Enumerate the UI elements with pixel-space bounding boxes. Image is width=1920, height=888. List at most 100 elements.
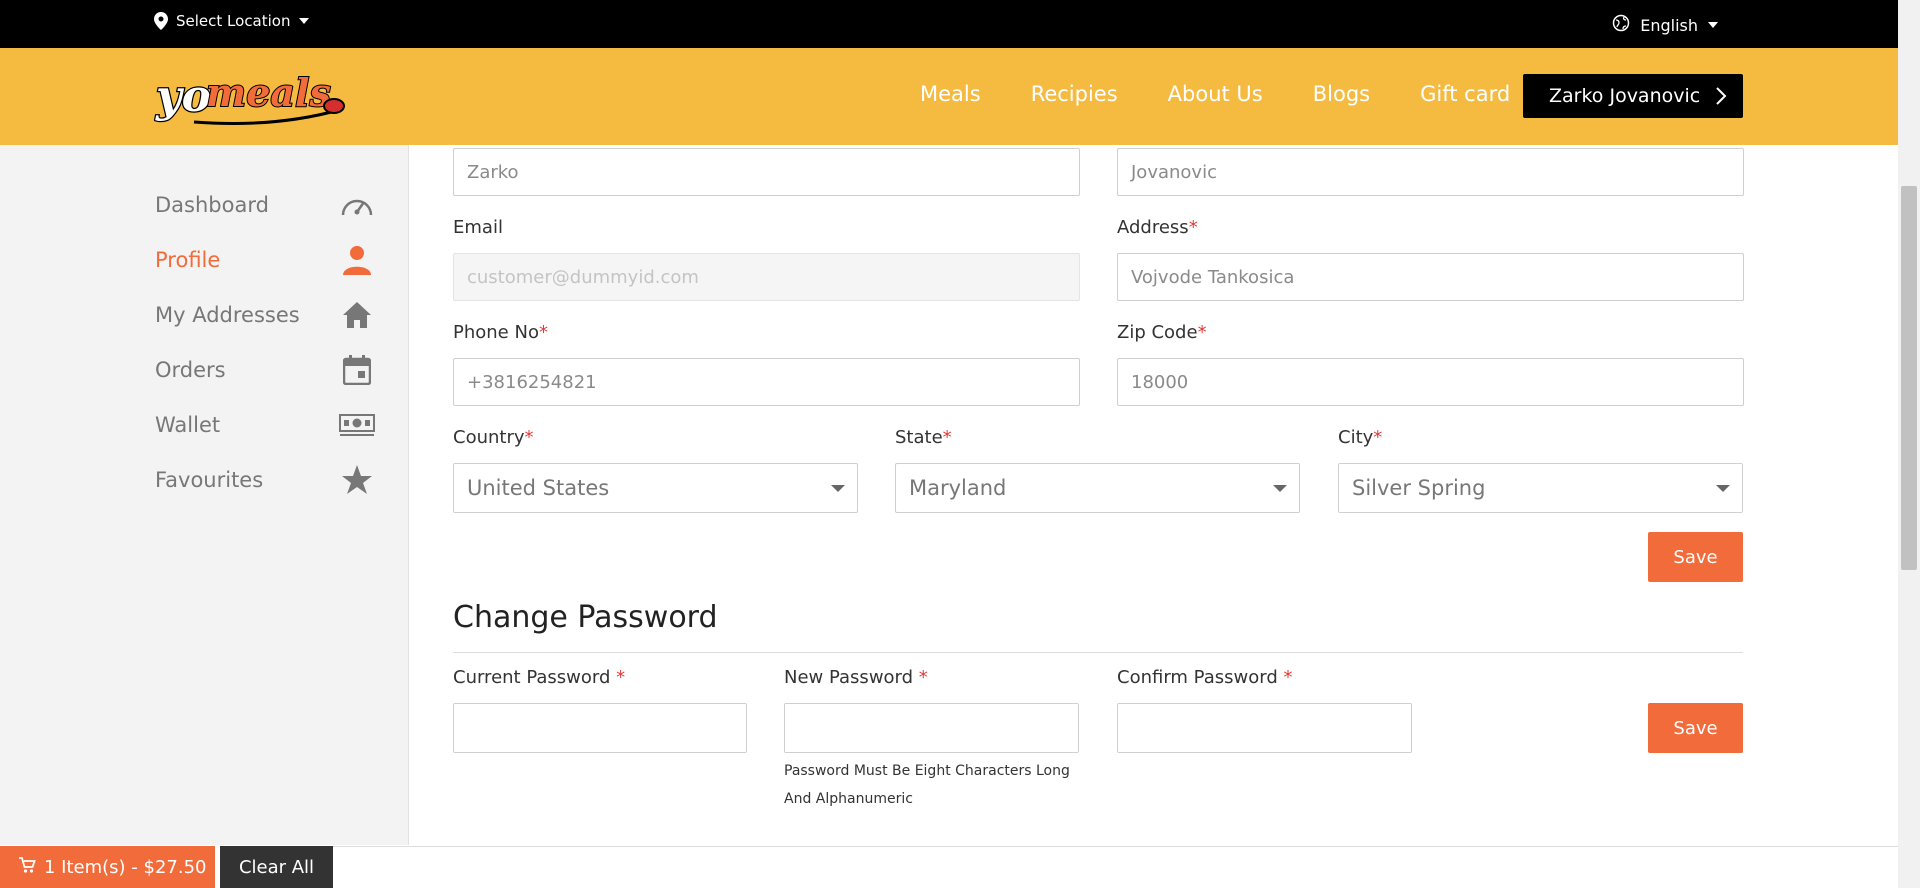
address-label-text: Address (1117, 217, 1189, 238)
city-label: City* (1338, 427, 1382, 448)
svg-text:meals: meals (206, 70, 331, 115)
zip-label-text: Zip Code (1117, 322, 1198, 343)
last-name-field[interactable]: Jovanovic (1117, 148, 1744, 196)
user-name: Zarko Jovanovic (1549, 85, 1701, 107)
cart-summary: 1 Item(s) - $27.50 (44, 856, 207, 878)
sidebar-item-wallet[interactable]: Wallet (155, 405, 375, 445)
main-header: yo meals Meals Recipies About Us Blogs G… (0, 48, 1898, 145)
phone-label-text: Phone No (453, 322, 539, 343)
main-nav: Meals Recipies About Us Blogs Gift card (920, 82, 1560, 106)
money-icon (339, 407, 375, 443)
chevron-down-icon (298, 18, 309, 24)
current-password-field[interactable] (453, 703, 747, 753)
yomeals-logo[interactable]: yo meals (154, 56, 354, 136)
confirm-password-field[interactable] (1117, 703, 1412, 753)
country-select[interactable]: United States (453, 463, 858, 513)
country-label-text: Country (453, 427, 525, 448)
address-field[interactable]: Vojvode Tankosica (1117, 253, 1744, 301)
location-pin-icon (154, 12, 168, 30)
required-asterisk: * (942, 427, 952, 448)
sidebar-item-orders[interactable]: Orders (155, 350, 375, 390)
phone-label: Phone No* (453, 322, 548, 343)
required-asterisk: * (918, 667, 928, 688)
sidebar-item-label: Orders (155, 358, 226, 382)
sidebar-item-dashboard[interactable]: Dashboard (155, 185, 375, 225)
clear-all-button[interactable]: Clear All (220, 846, 333, 888)
city-select[interactable]: Silver Spring (1338, 463, 1743, 513)
country-label: Country* (453, 427, 534, 448)
sidebar-item-label: Wallet (155, 413, 221, 437)
confirm-password-label-text: Confirm Password (1117, 667, 1284, 688)
required-asterisk: * (538, 322, 548, 343)
sidebar-item-my-addresses[interactable]: My Addresses (155, 295, 375, 335)
chevron-down-icon (1273, 485, 1287, 492)
sidebar-item-label: Profile (155, 248, 221, 272)
scrollbar-thumb[interactable] (1901, 186, 1917, 570)
footer-divider (333, 846, 1898, 847)
location-label: Select Location (176, 12, 291, 30)
country-value: United States (467, 476, 610, 500)
nav-recipies[interactable]: Recipies (1031, 82, 1118, 106)
email-label: Email (453, 217, 503, 238)
cart-summary-button[interactable]: 1 Item(s) - $27.50 (0, 846, 215, 888)
chevron-down-icon (1708, 22, 1718, 28)
required-asterisk: * (1283, 667, 1293, 688)
chevron-down-icon (831, 485, 845, 492)
section-divider (453, 652, 1743, 653)
city-label-text: City (1338, 427, 1374, 448)
nav-blogs[interactable]: Blogs (1313, 82, 1370, 106)
state-select[interactable]: Maryland (895, 463, 1300, 513)
change-password-title: Change Password (453, 600, 718, 635)
required-asterisk: * (616, 667, 626, 688)
required-asterisk: * (1188, 217, 1198, 238)
zip-label: Zip Code* (1117, 322, 1207, 343)
star-icon (339, 462, 375, 498)
sidebar-item-label: My Addresses (155, 303, 300, 327)
state-label-text: State (895, 427, 943, 448)
password-hint: Password Must Be Eight Characters Long A… (784, 763, 1070, 807)
chevron-down-icon (1716, 485, 1730, 492)
new-password-field[interactable] (784, 703, 1079, 753)
sidebar-item-profile[interactable]: Profile (155, 240, 375, 280)
required-asterisk: * (524, 427, 534, 448)
new-password-label-text: New Password (784, 667, 919, 688)
state-value: Maryland (909, 476, 1007, 500)
speedometer-icon (339, 187, 375, 223)
user-account-button[interactable]: Zarko Jovanovic (1523, 74, 1743, 118)
language-selector[interactable]: English (1612, 14, 1718, 36)
state-label: State* (895, 427, 952, 448)
address-label: Address* (1117, 217, 1198, 238)
profile-content: Zarko Jovanovic Email customer@dummyid.c… (408, 145, 1898, 845)
account-sidebar: Dashboard Profile My Addresses Orders Wa… (0, 145, 409, 845)
sidebar-item-label: Favourites (155, 468, 264, 492)
new-password-label: New Password * (784, 667, 928, 688)
phone-field[interactable]: +3816254821 (453, 358, 1080, 406)
person-icon (339, 242, 375, 278)
language-label: English (1640, 15, 1698, 35)
nav-meals[interactable]: Meals (920, 82, 981, 106)
zip-field[interactable]: 18000 (1117, 358, 1744, 406)
nav-about-us[interactable]: About Us (1168, 82, 1263, 106)
top-bar: Select Location English (0, 0, 1898, 48)
save-profile-button[interactable]: Save (1648, 532, 1743, 582)
chevron-right-icon (1715, 86, 1727, 111)
city-value: Silver Spring (1352, 476, 1486, 500)
sidebar-item-label: Dashboard (155, 193, 269, 217)
cart-icon (18, 856, 36, 879)
current-password-label: Current Password * (453, 667, 625, 688)
required-asterisk: * (1197, 322, 1207, 343)
globe-icon (1612, 14, 1630, 36)
sidebar-item-favourites[interactable]: Favourites (155, 460, 375, 500)
email-label-text: Email (453, 217, 503, 238)
confirm-password-label: Confirm Password * (1117, 667, 1292, 688)
svg-text:yo: yo (155, 71, 211, 122)
current-password-label-text: Current Password (453, 667, 617, 688)
select-location-button[interactable]: Select Location (154, 12, 309, 30)
first-name-field[interactable]: Zarko (453, 148, 1080, 196)
save-password-button[interactable]: Save (1648, 703, 1743, 753)
email-field: customer@dummyid.com (453, 253, 1080, 301)
nav-gift-card[interactable]: Gift card (1420, 82, 1510, 106)
home-icon (339, 297, 375, 333)
calendar-icon (339, 352, 375, 388)
required-asterisk: * (1373, 427, 1383, 448)
